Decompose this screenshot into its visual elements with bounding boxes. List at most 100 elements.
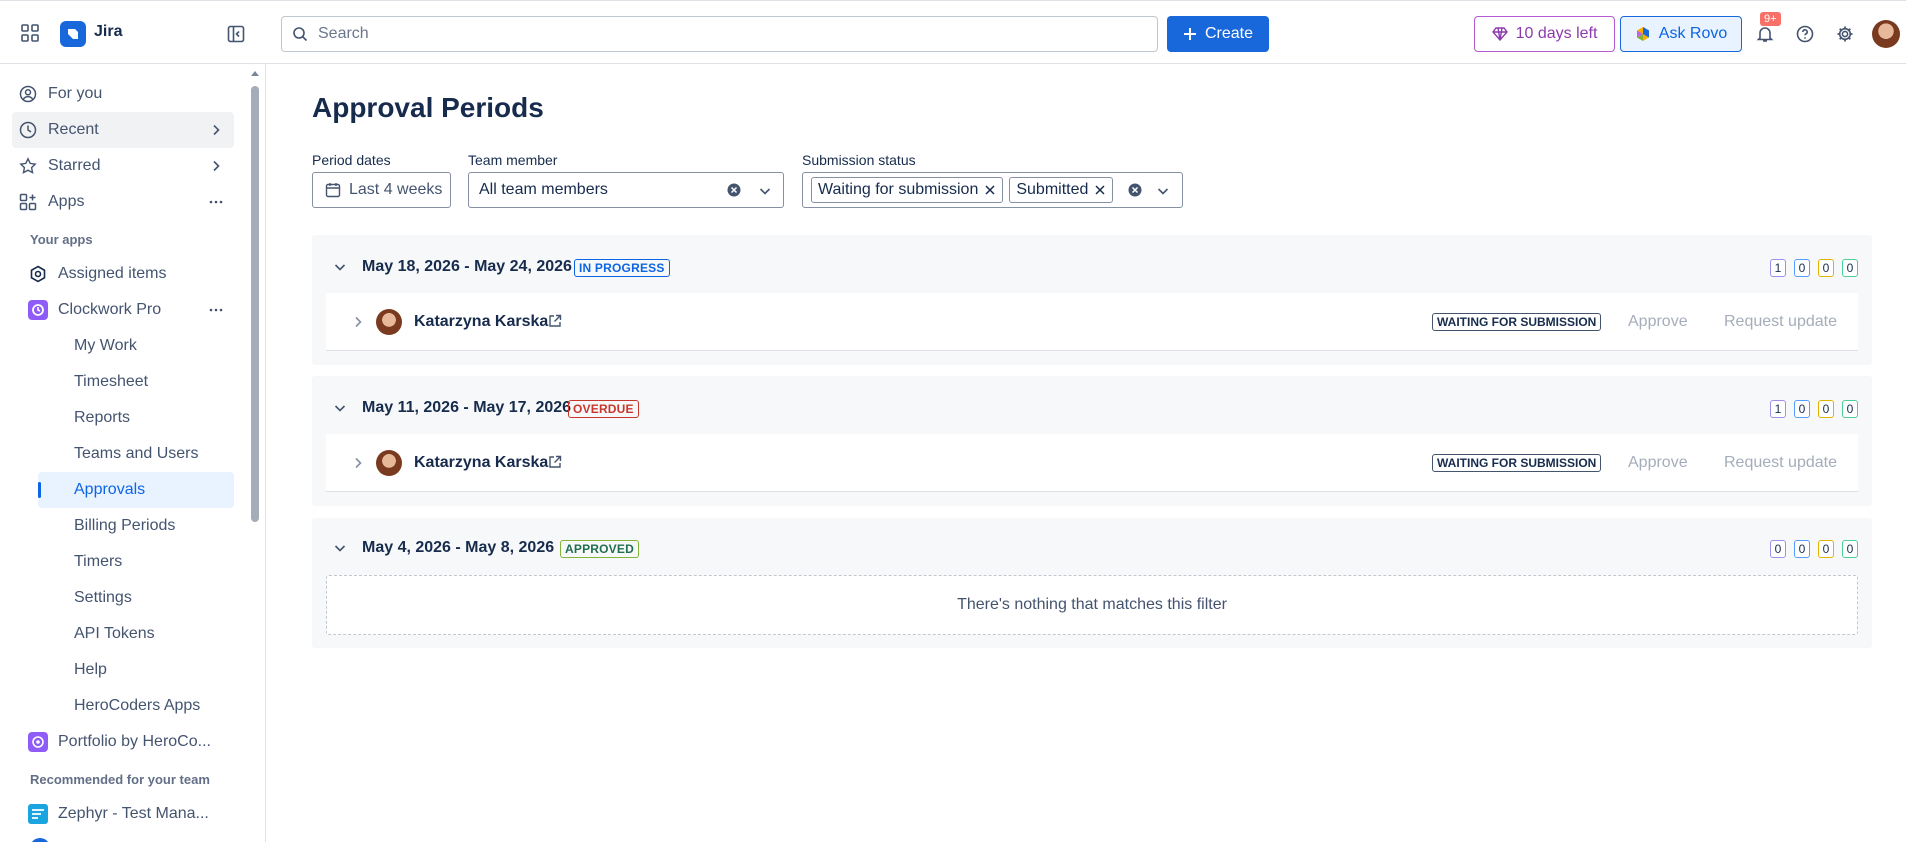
approve-button[interactable]: Approve bbox=[1628, 313, 1688, 331]
zephyr-logo-icon bbox=[28, 804, 48, 824]
calendar-icon bbox=[325, 182, 341, 198]
search-icon bbox=[292, 26, 308, 42]
submission-status-badge: WAITING FOR SUBMISSION bbox=[1432, 313, 1602, 331]
sidebar-item-label: Zephyr - Test Mana... bbox=[58, 805, 209, 822]
team-member-select[interactable]: All team members bbox=[468, 172, 784, 208]
sidebar-item-portfolio[interactable]: Portfolio by HeroCo... bbox=[22, 724, 234, 760]
remove-chip-icon[interactable] bbox=[984, 184, 996, 196]
scrollbar-thumb[interactable] bbox=[251, 86, 259, 522]
count-badge: 0 bbox=[1818, 400, 1834, 418]
chevron-right-icon[interactable] bbox=[350, 455, 366, 471]
sidebar-item-label: Apps bbox=[48, 193, 85, 210]
count-badge: 0 bbox=[1794, 540, 1810, 558]
clear-icon[interactable] bbox=[727, 183, 741, 197]
search-field[interactable] bbox=[281, 16, 1158, 52]
request-update-button[interactable]: Request update bbox=[1724, 313, 1837, 331]
user-name[interactable]: Katarzyna Karska bbox=[414, 313, 548, 331]
period-range[interactable]: May 11, 2026 - May 17, 2026 bbox=[362, 399, 571, 417]
approval-period: May 18, 2026 - May 24, 2026 IN PROGRESS … bbox=[312, 235, 1872, 365]
period-dates-value: Last 4 weeks bbox=[349, 181, 443, 198]
period-dates-label: Period dates bbox=[312, 152, 391, 168]
sidebar-item-reports[interactable]: Reports bbox=[38, 400, 234, 436]
count-badge: 0 bbox=[1794, 259, 1810, 277]
scroll-up-icon[interactable] bbox=[249, 68, 261, 78]
app-switcher-icon[interactable] bbox=[18, 21, 42, 45]
request-update-button[interactable]: Request update bbox=[1724, 454, 1837, 472]
chevron-down-icon[interactable] bbox=[332, 540, 348, 556]
period-dates-picker[interactable]: Last 4 weeks bbox=[312, 172, 451, 208]
sidebar-item-clockwork-pro[interactable]: Clockwork Pro bbox=[22, 292, 234, 328]
sidebar-item-timesheet[interactable]: Timesheet bbox=[38, 364, 234, 400]
count-badge: 0 bbox=[1842, 259, 1858, 277]
period-range[interactable]: May 18, 2026 - May 24, 2026 bbox=[362, 258, 572, 276]
collapse-sidebar-icon[interactable] bbox=[224, 22, 248, 46]
sidebar-item-teams-and-users[interactable]: Teams and Users bbox=[38, 436, 234, 472]
sidebar-scrollbar[interactable] bbox=[249, 64, 261, 842]
status-chip-submitted[interactable]: Submitted bbox=[1009, 177, 1114, 203]
chevron-down-icon[interactable] bbox=[1155, 183, 1171, 199]
sidebar-item-help[interactable]: Help bbox=[38, 652, 234, 688]
status-chip-waiting[interactable]: Waiting for submission bbox=[811, 177, 1004, 203]
sidebar-item-zephyr[interactable]: Zephyr - Test Mana... bbox=[22, 796, 234, 832]
sidebar-item-starred[interactable]: Starred bbox=[12, 148, 234, 184]
portfolio-logo-icon bbox=[28, 732, 48, 752]
sidebar-item-settings[interactable]: Settings bbox=[38, 580, 234, 616]
remove-chip-icon[interactable] bbox=[1094, 184, 1106, 196]
user-name[interactable]: Katarzyna Karska bbox=[414, 454, 548, 472]
more-icon[interactable] bbox=[208, 302, 224, 318]
clear-icon[interactable] bbox=[1128, 183, 1142, 197]
sidebar-item-recent[interactable]: Recent bbox=[12, 112, 234, 148]
rovo-icon bbox=[1635, 26, 1651, 42]
profile-avatar[interactable] bbox=[1872, 20, 1900, 48]
trial-button[interactable]: 10 days left bbox=[1474, 16, 1615, 52]
sidebar: For you Recent Starred Apps Your apps As… bbox=[0, 64, 266, 842]
hexagon-icon bbox=[28, 264, 48, 284]
more-icon[interactable] bbox=[208, 194, 224, 210]
chevron-right-icon[interactable] bbox=[350, 314, 366, 330]
sidebar-item-api-tokens[interactable]: API Tokens bbox=[38, 616, 234, 652]
period-counts: 0 0 0 0 bbox=[1770, 540, 1858, 558]
chevron-down-icon[interactable] bbox=[757, 183, 773, 199]
approval-period: May 4, 2026 - May 8, 2026 APPROVED 0 0 0… bbox=[312, 518, 1872, 648]
external-link-icon[interactable] bbox=[548, 314, 562, 328]
sidebar-item-label: Portfolio by HeroCo... bbox=[58, 733, 211, 750]
product-name[interactable]: Jira bbox=[94, 23, 122, 41]
submission-status-select[interactable]: Waiting for submission Submitted bbox=[802, 172, 1183, 208]
avatar bbox=[376, 309, 402, 335]
next-app-icon bbox=[30, 838, 50, 842]
chevron-down-icon[interactable] bbox=[332, 259, 348, 275]
period-counts: 1 0 0 0 bbox=[1770, 400, 1858, 418]
external-link-icon[interactable] bbox=[548, 455, 562, 469]
notification-badge: 9+ bbox=[1760, 12, 1781, 26]
chevron-down-icon[interactable] bbox=[332, 400, 348, 416]
table-row: Katarzyna Karska WAITING FOR SUBMISSION … bbox=[326, 293, 1858, 351]
rovo-label: Ask Rovo bbox=[1658, 25, 1728, 42]
sidebar-item-apps[interactable]: Apps bbox=[12, 184, 234, 220]
search-input[interactable] bbox=[318, 25, 1118, 43]
help-icon[interactable] bbox=[1793, 22, 1817, 46]
sidebar-item-approvals[interactable]: Approvals bbox=[38, 472, 234, 508]
clock-icon bbox=[18, 120, 38, 140]
count-badge: 1 bbox=[1770, 259, 1786, 277]
sidebar-item-billing-periods[interactable]: Billing Periods bbox=[38, 508, 234, 544]
team-member-value: All team members bbox=[479, 181, 608, 198]
sidebar-item-label: Clockwork Pro bbox=[58, 301, 162, 318]
apps-icon bbox=[18, 192, 38, 212]
sidebar-item-timers[interactable]: Timers bbox=[38, 544, 234, 580]
gear-icon[interactable] bbox=[1833, 22, 1857, 46]
jira-logo-icon[interactable] bbox=[60, 21, 86, 47]
sidebar-item-herocoders-apps[interactable]: HeroCoders Apps bbox=[38, 688, 234, 724]
create-button[interactable]: Create bbox=[1167, 16, 1269, 52]
trial-label: 10 days left bbox=[1515, 25, 1598, 42]
sidebar-item-for-you[interactable]: For you bbox=[12, 76, 234, 112]
status-badge: OVERDUE bbox=[568, 400, 639, 418]
approval-period: May 11, 2026 - May 17, 2026 OVERDUE 1 0 … bbox=[312, 376, 1872, 506]
period-range[interactable]: May 4, 2026 - May 8, 2026 bbox=[362, 539, 554, 557]
ask-rovo-button[interactable]: Ask Rovo bbox=[1620, 16, 1742, 52]
period-counts: 1 0 0 0 bbox=[1770, 259, 1858, 277]
sidebar-item-my-work[interactable]: My Work bbox=[38, 328, 234, 364]
sidebar-item-label: For you bbox=[48, 85, 103, 102]
approve-button[interactable]: Approve bbox=[1628, 454, 1688, 472]
status-badge: APPROVED bbox=[560, 540, 639, 558]
sidebar-item-assigned-items[interactable]: Assigned items bbox=[22, 256, 234, 292]
